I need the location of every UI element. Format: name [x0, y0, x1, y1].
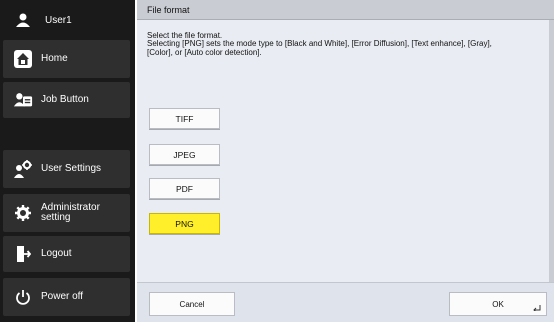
dialog-footer: Cancel OK	[137, 282, 554, 322]
sidebar-item-label: Job Button	[41, 94, 89, 105]
sidebar-item-logout[interactable]: Logout	[3, 236, 130, 272]
logout-icon	[13, 244, 33, 264]
dialog-title: File format	[137, 0, 554, 20]
user-name: User1	[45, 14, 72, 26]
job-button-icon	[13, 90, 33, 110]
cancel-label: Cancel	[179, 299, 205, 309]
format-option-label: PNG	[175, 218, 194, 229]
sidebar-item-label: User Settings	[41, 163, 102, 174]
sidebar: User1 Home Job Button User Settings Admi…	[0, 0, 135, 322]
sidebar-item-label: Power off	[41, 291, 84, 302]
sidebar-item-label: Administrator setting	[41, 202, 100, 223]
sidebar-item-label: Home	[41, 53, 68, 64]
home-icon	[13, 49, 33, 69]
sidebar-item-home[interactable]: Home	[3, 40, 130, 78]
ok-label: OK	[492, 299, 504, 309]
format-option-label: PDF	[176, 183, 193, 194]
admin-gear-icon	[13, 203, 33, 223]
format-option-label: JPEG	[173, 149, 196, 160]
power-icon	[13, 287, 33, 307]
file-format-dialog: File format Select the file format. Sele…	[137, 0, 554, 322]
format-option-tiff[interactable]: TIFF	[149, 108, 220, 129]
user-indicator: User1	[3, 8, 130, 32]
sidebar-item-power-off[interactable]: Power off	[3, 278, 130, 316]
format-option-jpeg[interactable]: JPEG	[149, 144, 220, 165]
dialog-content: Select the file format. Selecting [PNG] …	[137, 20, 549, 282]
sidebar-item-label: Logout	[41, 248, 72, 259]
format-option-label: TIFF	[175, 113, 194, 124]
sidebar-item-administrator-setting[interactable]: Administrator setting	[3, 194, 130, 232]
ok-button[interactable]: OK	[449, 292, 547, 316]
sidebar-item-user-settings[interactable]: User Settings	[3, 150, 130, 188]
format-option-pdf[interactable]: PDF	[149, 178, 220, 199]
scrollbar[interactable]	[549, 20, 554, 282]
dialog-description: Select the file format. Selecting [PNG] …	[147, 31, 492, 57]
cancel-button[interactable]: Cancel	[149, 292, 235, 316]
format-option-png[interactable]: PNG	[149, 213, 220, 234]
sidebar-item-job-button[interactable]: Job Button	[3, 82, 130, 118]
enter-icon	[533, 305, 541, 311]
user-icon	[13, 10, 33, 30]
user-settings-icon	[13, 159, 33, 179]
